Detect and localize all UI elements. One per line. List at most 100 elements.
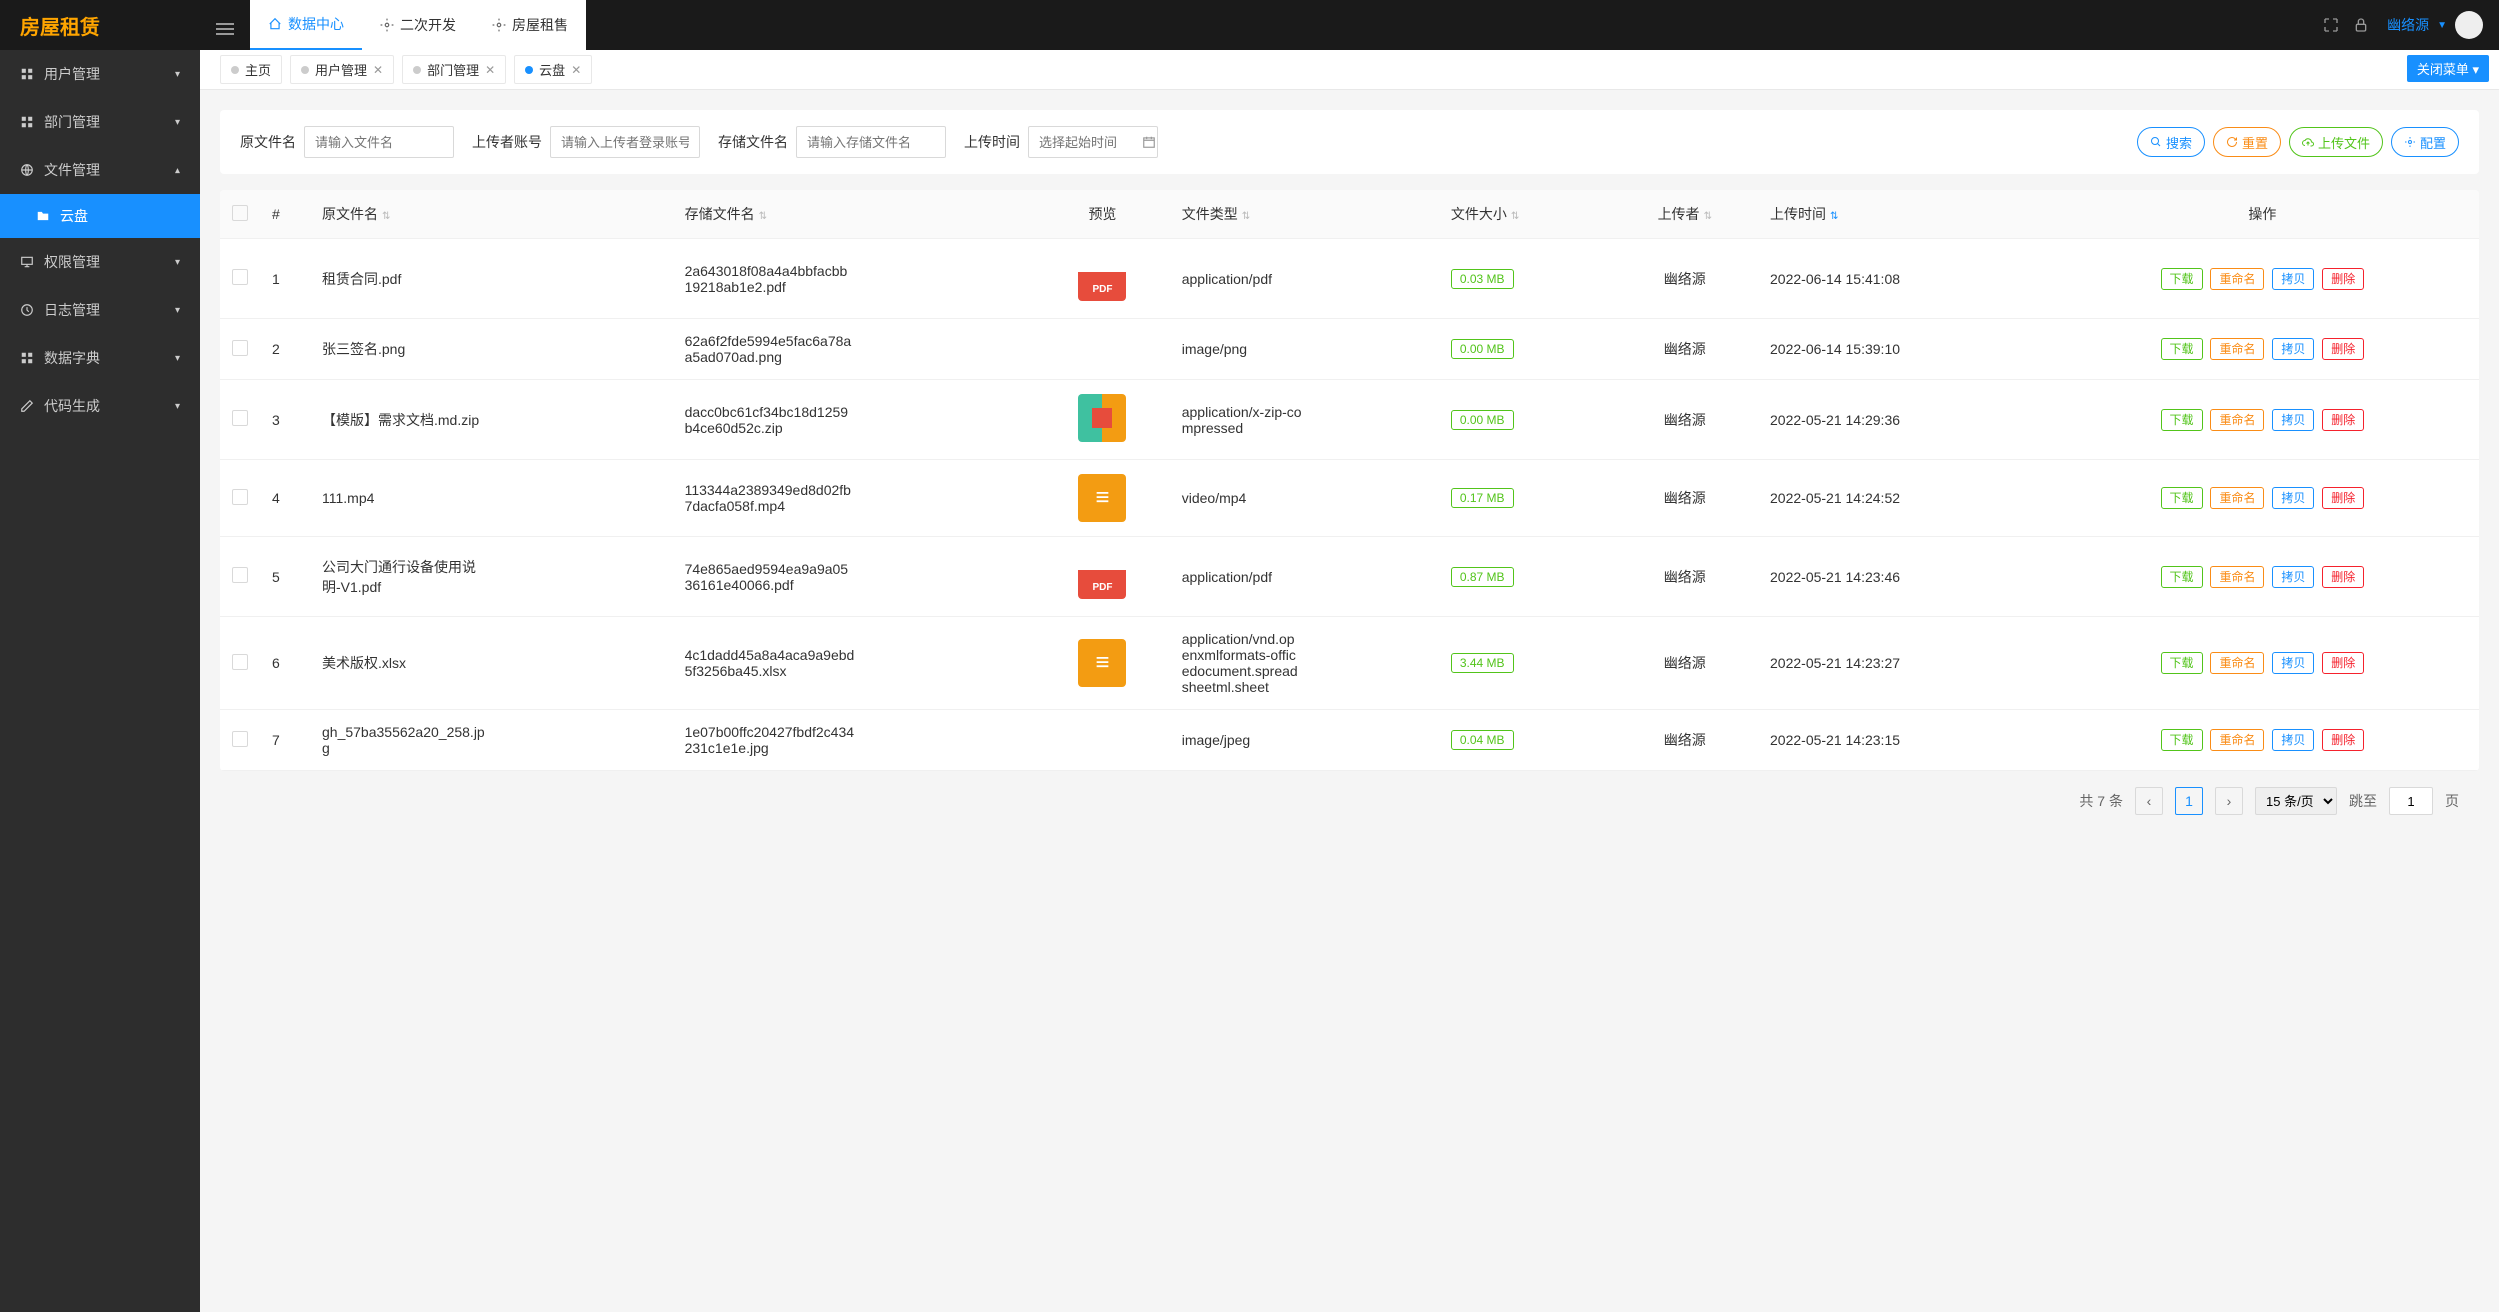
copy-button[interactable]: 拷贝 — [2272, 652, 2314, 674]
sidebar-item-data-dict[interactable]: 数据字典▾ — [0, 334, 200, 382]
rename-button[interactable]: 重命名 — [2210, 652, 2264, 674]
download-button[interactable]: 下载 — [2161, 409, 2203, 431]
chevron-down-icon: ▾ — [175, 117, 180, 128]
reset-button[interactable]: 重置 — [2213, 127, 2281, 157]
sidebar-item-dept-mgmt[interactable]: 部门管理▾ — [0, 98, 200, 146]
delete-button[interactable]: 删除 — [2322, 566, 2364, 588]
topmenu-secondary-dev[interactable]: 二次开发 — [362, 0, 474, 50]
row-checkbox[interactable] — [232, 410, 248, 426]
file-table: # 原文件名⇅ 存储文件名⇅ 预览 文件类型⇅ 文件大小⇅ 上传者⇅ 上传时间⇅… — [220, 190, 2479, 771]
tab-dept-mgmt[interactable]: 部门管理✕ — [402, 55, 506, 84]
top-menu: 数据中心 二次开发 房屋租售 — [250, 0, 586, 50]
file-pdf-icon — [1078, 551, 1126, 599]
prev-page-button[interactable]: ‹ — [2135, 787, 2163, 815]
config-button[interactable]: 配置 — [2391, 127, 2459, 157]
col-store-filename[interactable]: 存储文件名⇅ — [673, 190, 1036, 239]
col-preview: 预览 — [1035, 190, 1170, 239]
delete-button[interactable]: 删除 — [2322, 487, 2364, 509]
cell-preview[interactable] — [1035, 617, 1170, 710]
input-uploader-account[interactable] — [550, 126, 700, 158]
checkbox-all[interactable] — [232, 205, 248, 221]
cell-file-size: 0.04 MB — [1439, 710, 1612, 771]
topmenu-house-rental[interactable]: 房屋租售 — [474, 0, 586, 50]
sidebar-item-code-gen[interactable]: 代码生成▾ — [0, 382, 200, 430]
upload-button[interactable]: 上传文件 — [2289, 127, 2383, 157]
page-number[interactable]: 1 — [2175, 787, 2203, 815]
cell-file-type: video/mp4 — [1170, 460, 1439, 537]
copy-button[interactable]: 拷贝 — [2272, 409, 2314, 431]
rename-button[interactable]: 重命名 — [2210, 487, 2264, 509]
col-uploader[interactable]: 上传者⇅ — [1612, 190, 1759, 239]
input-store-filename[interactable] — [796, 126, 946, 158]
col-file-size[interactable]: 文件大小⇅ — [1439, 190, 1612, 239]
sidebar-item-file-mgmt[interactable]: 文件管理▾ — [0, 146, 200, 194]
sidebar-sub-cloud-disk[interactable]: 云盘 — [0, 194, 200, 238]
sidebar-item-log-mgmt[interactable]: 日志管理▾ — [0, 286, 200, 334]
download-button[interactable]: 下载 — [2161, 487, 2203, 509]
copy-button[interactable]: 拷贝 — [2272, 268, 2314, 290]
delete-button[interactable]: 删除 — [2322, 729, 2364, 751]
sidebar-collapse-button[interactable] — [200, 17, 250, 33]
close-icon[interactable]: ✕ — [373, 63, 383, 77]
user-menu[interactable]: 幽络源 ▼ — [2387, 11, 2499, 39]
input-upload-time[interactable] — [1028, 126, 1158, 158]
download-button[interactable]: 下载 — [2161, 652, 2203, 674]
page-size-select[interactable]: 15 条/页 — [2255, 787, 2337, 815]
copy-button[interactable]: 拷贝 — [2272, 566, 2314, 588]
rename-button[interactable]: 重命名 — [2210, 338, 2264, 360]
fullscreen-icon[interactable] — [2323, 17, 2339, 33]
download-button[interactable]: 下载 — [2161, 338, 2203, 360]
row-checkbox[interactable] — [232, 269, 248, 285]
download-button[interactable]: 下载 — [2161, 729, 2203, 751]
copy-button[interactable]: 拷贝 — [2272, 729, 2314, 751]
copy-button[interactable]: 拷贝 — [2272, 338, 2314, 360]
col-orig-filename[interactable]: 原文件名⇅ — [310, 190, 673, 239]
row-checkbox[interactable] — [232, 489, 248, 505]
chevron-down-icon: ▾ — [175, 69, 180, 80]
cell-preview[interactable] — [1035, 537, 1170, 617]
close-icon[interactable]: ✕ — [485, 63, 495, 77]
tab-user-mgmt[interactable]: 用户管理✕ — [290, 55, 394, 84]
cell-preview[interactable] — [1035, 319, 1170, 380]
tab-home[interactable]: 主页 — [220, 55, 282, 84]
row-checkbox[interactable] — [232, 731, 248, 747]
search-button[interactable]: 搜索 — [2137, 127, 2205, 157]
close-all-tabs-button[interactable]: 关闭菜单 ▾ — [2407, 55, 2489, 82]
rename-button[interactable]: 重命名 — [2210, 566, 2264, 588]
delete-button[interactable]: 删除 — [2322, 338, 2364, 360]
download-button[interactable]: 下载 — [2161, 566, 2203, 588]
cell-preview[interactable] — [1035, 710, 1170, 771]
download-button[interactable]: 下载 — [2161, 268, 2203, 290]
cell-preview[interactable] — [1035, 239, 1170, 319]
rename-button[interactable]: 重命名 — [2210, 268, 2264, 290]
delete-button[interactable]: 删除 — [2322, 268, 2364, 290]
cell-preview[interactable] — [1035, 380, 1170, 460]
delete-button[interactable]: 删除 — [2322, 652, 2364, 674]
label-store-filename: 存储文件名 — [718, 132, 788, 152]
lock-icon[interactable] — [2353, 17, 2369, 33]
label-upload-time: 上传时间 — [964, 132, 1020, 152]
input-orig-filename[interactable] — [304, 126, 454, 158]
delete-button[interactable]: 删除 — [2322, 409, 2364, 431]
rename-button[interactable]: 重命名 — [2210, 409, 2264, 431]
col-file-type[interactable]: 文件类型⇅ — [1170, 190, 1439, 239]
table-row: 1 租赁合同.pdf 2a643018f08a4a4bbfacbb19218ab… — [220, 239, 2479, 319]
cell-preview[interactable] — [1035, 460, 1170, 537]
close-icon[interactable]: ✕ — [571, 63, 581, 77]
tab-cloud-disk[interactable]: 云盘✕ — [514, 55, 592, 84]
cell-file-size: 0.00 MB — [1439, 380, 1612, 460]
rename-button[interactable]: 重命名 — [2210, 729, 2264, 751]
copy-button[interactable]: 拷贝 — [2272, 487, 2314, 509]
col-upload-time[interactable]: 上传时间⇅ — [1758, 190, 2046, 239]
row-checkbox[interactable] — [232, 340, 248, 356]
sidebar-item-user-mgmt[interactable]: 用户管理▾ — [0, 50, 200, 98]
cell-index: 3 — [260, 380, 310, 460]
sort-icon: ⇅ — [1242, 211, 1250, 222]
row-checkbox[interactable] — [232, 654, 248, 670]
row-checkbox[interactable] — [232, 567, 248, 583]
topmenu-data-center[interactable]: 数据中心 — [250, 0, 362, 50]
next-page-button[interactable]: › — [2215, 787, 2243, 815]
jump-input[interactable] — [2389, 787, 2433, 815]
cell-orig-filename: 111.mp4 — [310, 460, 673, 537]
sidebar-item-permission[interactable]: 权限管理▾ — [0, 238, 200, 286]
